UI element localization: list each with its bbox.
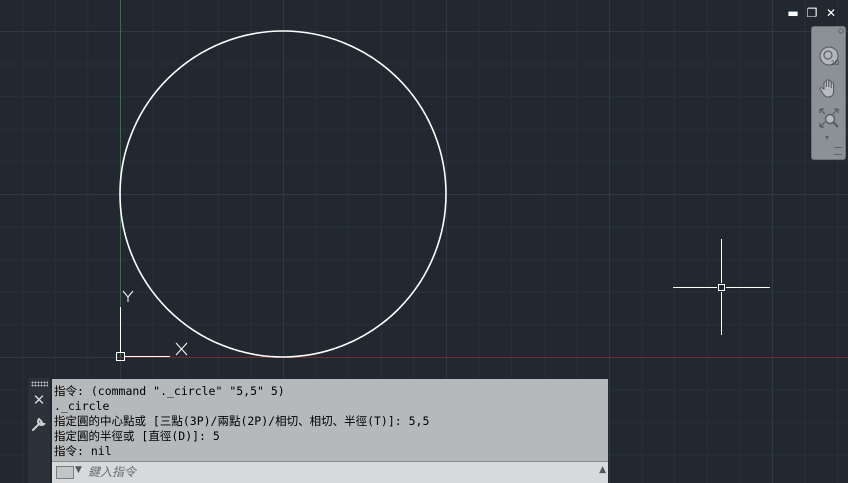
ucs-icon <box>116 290 188 361</box>
history-line: 指定圓的半徑或 [直徑(D)]: 5 <box>54 429 220 443</box>
viewport-restore-button[interactable]: ❐ <box>805 6 819 20</box>
crosshair-cursor <box>673 239 770 335</box>
history-line: 指定圓的中心點或 [三點(3P)/兩點(2P)/相切、相切、半徑(T)]: 5,… <box>54 414 430 428</box>
ucs-y-label <box>122 290 134 302</box>
navigation-bar: 2D ▾ <box>811 26 846 160</box>
command-line-close-button[interactable]: ✕ <box>32 392 46 408</box>
history-line: 指令: (command "._circle" "5,5" 5) <box>54 384 285 398</box>
wrench-icon[interactable] <box>31 416 47 432</box>
circle-entity[interactable] <box>119 30 447 358</box>
viewport-minimize-button[interactable]: ▬ <box>786 6 800 20</box>
ucs-x-label <box>175 342 188 356</box>
command-input-bar: ▼ ▲ <box>52 461 608 483</box>
command-line-grip-icon[interactable] <box>31 381 48 387</box>
command-line-handle[interactable]: ✕ <box>28 378 50 483</box>
pan-hand-icon[interactable] <box>818 77 840 99</box>
navbar-close-icon[interactable] <box>838 28 844 34</box>
recent-commands-arrow-icon[interactable]: ▲ <box>599 465 606 475</box>
chevron-down-icon[interactable]: ▼ <box>75 465 82 475</box>
viewport-close-button[interactable]: ✕ <box>824 6 838 20</box>
steering-wheel-icon[interactable]: 2D <box>818 45 840 67</box>
command-input[interactable] <box>88 463 588 481</box>
svg-text:2D: 2D <box>831 60 840 67</box>
history-line: ._circle <box>54 399 110 413</box>
zoom-extents-icon[interactable] <box>818 107 840 129</box>
command-history: 指令: (command "._circle" "5,5" 5) ._circl… <box>52 379 608 461</box>
history-line: 指令: nil <box>54 444 112 458</box>
navbar-customize-icon[interactable] <box>834 147 842 155</box>
zoom-dropdown-arrow-icon[interactable]: ▾ <box>825 133 829 142</box>
command-prompt-icon[interactable] <box>56 466 74 479</box>
